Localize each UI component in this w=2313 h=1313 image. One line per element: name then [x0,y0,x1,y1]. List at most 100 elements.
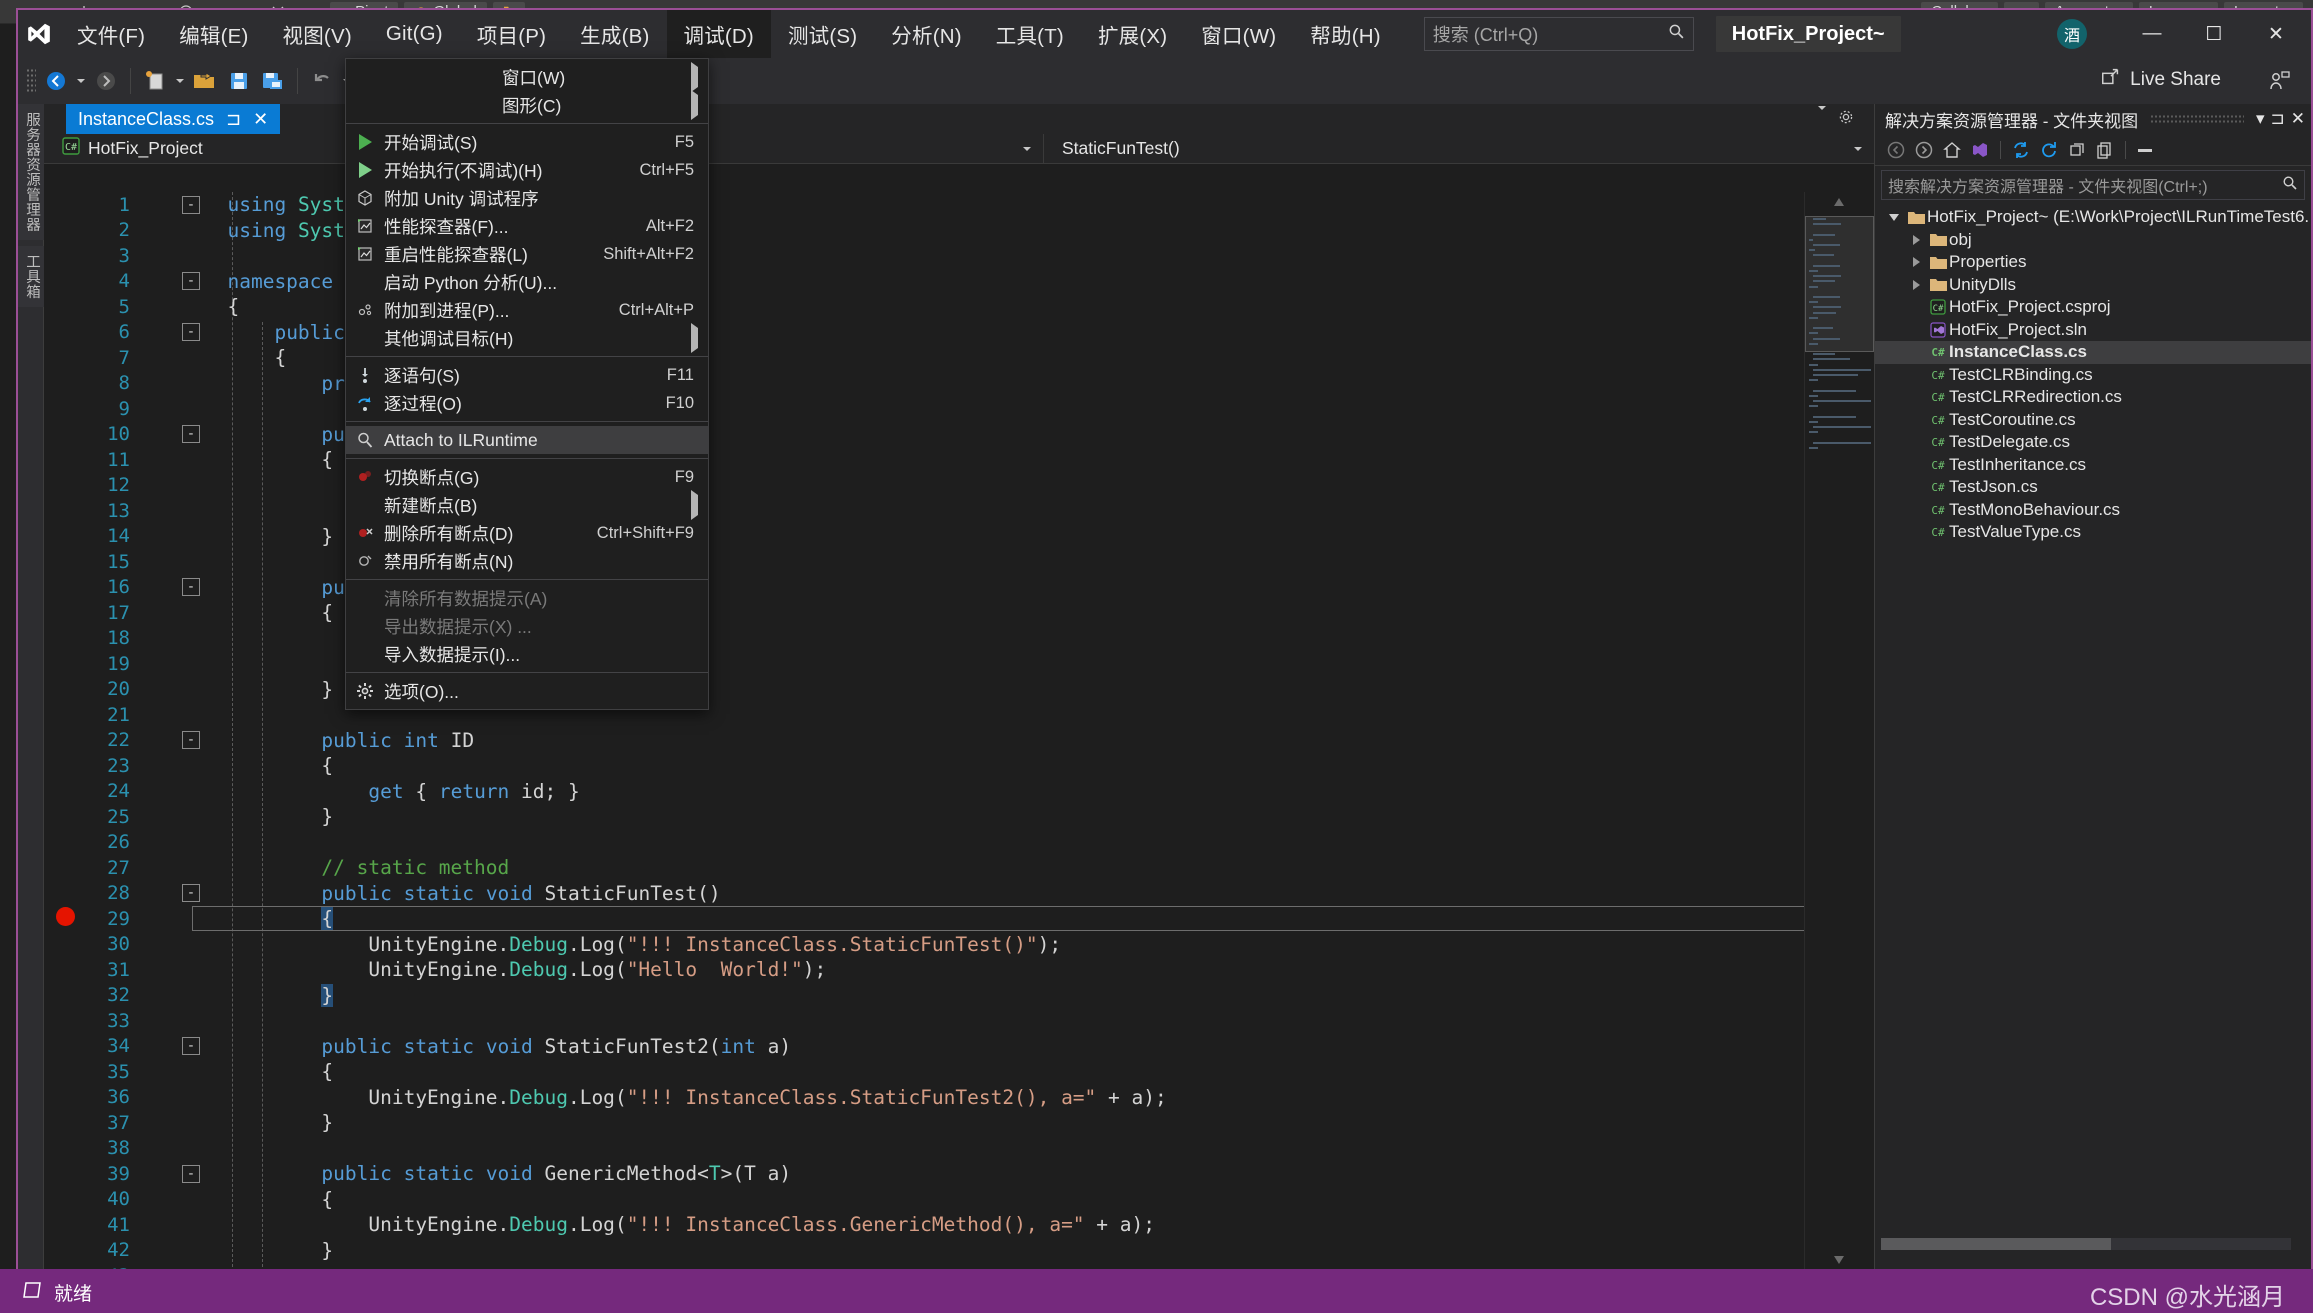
code-line[interactable]: 9 [44,396,1874,422]
menu-file[interactable]: 文件(F) [60,10,162,58]
tree-item[interactable]: C# HotFix_Project.csproj [1875,296,2311,319]
menu-item[interactable]: 其他调试目标(H) [346,322,708,353]
refresh-icon[interactable] [2036,137,2062,163]
chevron-right-icon[interactable] [1905,234,1927,245]
code-line[interactable]: 22 - public int ID [44,728,1874,754]
code-line[interactable]: 8 private int id; [44,371,1874,397]
code-line[interactable]: 28 - public static void StaticFunTest() [44,881,1874,907]
code-line[interactable]: 26 [44,830,1874,856]
menu-edit[interactable]: 编辑(E) [162,10,265,58]
menu-item[interactable]: 图形(C) [346,89,708,120]
tree-item[interactable]: C# TestInheritance.cs [1875,454,2311,477]
chevron-down-icon[interactable] [1818,106,1826,128]
fold-toggle-icon[interactable]: - [182,195,200,214]
tree-item[interactable]: Properties [1875,251,2311,274]
menu-debug[interactable]: 调试(D) [666,10,771,58]
code-line[interactable]: 35 { [44,1059,1874,1085]
back-icon[interactable] [40,65,72,97]
code-line[interactable]: 17 { [44,600,1874,626]
code-line[interactable]: 11 { [44,447,1874,473]
maximize-button[interactable]: ☐ [2183,11,2245,57]
tree-item[interactable]: HotFix_Project.sln [1875,319,2311,342]
pin-icon[interactable]: ⊐ [226,109,241,130]
code-line[interactable]: 4- namespace HotFix_Project [44,269,1874,295]
menu-item[interactable]: 窗口(W) [346,61,708,92]
code-line[interactable]: 34 - public static void StaticFunTest2(in… [44,1034,1874,1060]
menu-analyze[interactable]: 分析(N) [874,10,978,58]
live-share-button[interactable]: Live Share [2100,66,2221,94]
menu-item[interactable]: 附加到进程(P)... Ctrl+Alt+P [346,296,708,324]
code-line[interactable]: 41 UnityEngine.Debug.Log("!!! InstanceCl… [44,1212,1874,1238]
menu-git[interactable]: Git(G) [369,10,460,58]
minimap-scroll-down-icon[interactable] [1833,1252,1845,1270]
back-dropdown-icon[interactable] [74,65,88,97]
chevron-down-icon[interactable] [1883,213,1905,221]
vs-solution-icon[interactable] [1967,137,1993,163]
fold-toggle-icon[interactable]: - [182,425,200,444]
solution-explorer-search-input[interactable]: 搜索解决方案资源管理器 - 文件夹视图(Ctrl+;) [1881,170,2305,200]
tree-item[interactable]: C# TestMonoBehaviour.cs [1875,499,2311,522]
code-line[interactable]: 1- using System; [44,192,1874,218]
breakpoint-icon[interactable] [44,906,86,931]
code-line[interactable]: 21 [44,702,1874,728]
save-all-icon[interactable] [257,65,289,97]
menu-item[interactable]: 逐语句(S) F11 [346,361,708,389]
undo-icon[interactable] [306,65,338,97]
tree-item[interactable]: C# TestCLRBinding.cs [1875,364,2311,387]
code-line[interactable]: 33 [44,1008,1874,1034]
minimap[interactable] [1804,192,1874,1272]
fold-toggle-icon[interactable]: - [182,1164,200,1183]
tree-item-selected[interactable]: C# InstanceClass.cs [1875,341,2311,364]
minimap-scroll-up-icon[interactable] [1833,194,1845,212]
close-icon[interactable]: ✕ [253,109,268,130]
code-line[interactable]: 16- public InstanceClass(i [44,575,1874,601]
code-line[interactable]: 37 } [44,1110,1874,1136]
copy-icon[interactable] [2092,137,2118,163]
menu-item[interactable]: Attach to ILRuntime [346,426,708,454]
code-line[interactable]: 23 { [44,753,1874,779]
tree-item[interactable]: C# TestDelegate.cs [1875,431,2311,454]
forward-icon[interactable] [1911,137,1937,163]
menu-window[interactable]: 窗口(W) [1184,10,1293,58]
chevron-right-icon[interactable] [1905,279,1927,290]
menu-build[interactable]: 生成(B) [563,10,666,58]
code-line[interactable]: 40 { [44,1187,1874,1213]
panel-grip[interactable] [2150,114,2244,124]
tree-item[interactable]: C# TestCLRRedirection.cs [1875,386,2311,409]
code-editor[interactable]: 1- using System;2 using System.Collectio… [44,192,1874,1272]
close-button[interactable]: ✕ [2245,11,2307,57]
chevron-down-icon[interactable]: ▾ [2256,109,2265,129]
code-line[interactable]: 31 UnityEngine.Debug.Log("Hello World!")… [44,957,1874,983]
code-line[interactable]: 2 using System.Collections.Generi [44,218,1874,244]
fold-toggle-icon[interactable]: - [182,272,200,291]
menu-test[interactable]: 测试(S) [771,10,874,58]
code-line[interactable]: 30 UnityEngine.Debug.Log("!!! InstanceCl… [44,932,1874,958]
code-line[interactable]: 18 UnityEngine.Debug.L [44,626,1874,652]
menu-item[interactable]: 禁用所有断点(N) [346,547,708,575]
menu-project[interactable]: 项目(P) [460,10,563,58]
fold-toggle-icon[interactable]: - [182,323,200,342]
code-line[interactable]: 14 } [44,524,1874,550]
debug-menu-dropdown[interactable]: 窗口(W) 图形(C) 开始调试(S) F5 开始执行(不调试)(H) Ctrl+F5 附加… [345,58,709,710]
gear-icon[interactable] [1838,109,1854,130]
menu-tools[interactable]: 工具(T) [979,10,1081,58]
home-icon[interactable] [1939,137,1965,163]
back-icon[interactable] [1883,137,1909,163]
code-line[interactable]: 20 } [44,677,1874,703]
save-icon[interactable] [223,65,255,97]
menu-item[interactable]: 重启性能探查器(L) Shift+Alt+F2 [346,240,708,268]
chevron-down-icon[interactable] [1854,146,1862,151]
tree-item[interactable]: C# TestCoroutine.cs [1875,409,2311,432]
code-line[interactable]: 42 } [44,1238,1874,1264]
fold-toggle-icon[interactable]: - [182,731,200,750]
chevron-down-icon[interactable] [1023,146,1031,151]
code-line[interactable]: 10- public InstanceClass() [44,422,1874,448]
new-file-icon[interactable] [139,65,171,97]
menu-item[interactable]: 逐过程(O) F10 [346,389,708,417]
menu-item[interactable]: 导入数据提示(I)... [346,640,708,668]
code-line[interactable]: 36 UnityEngine.Debug.Log("!!! InstanceCl… [44,1085,1874,1111]
menu-item[interactable]: 开始执行(不调试)(H) Ctrl+F5 [346,156,708,184]
code-line[interactable]: 7 { [44,345,1874,371]
rail-tab-server-explorer[interactable]: 服务器资源管理器 [18,104,47,240]
code-line[interactable]: 25 } [44,804,1874,830]
